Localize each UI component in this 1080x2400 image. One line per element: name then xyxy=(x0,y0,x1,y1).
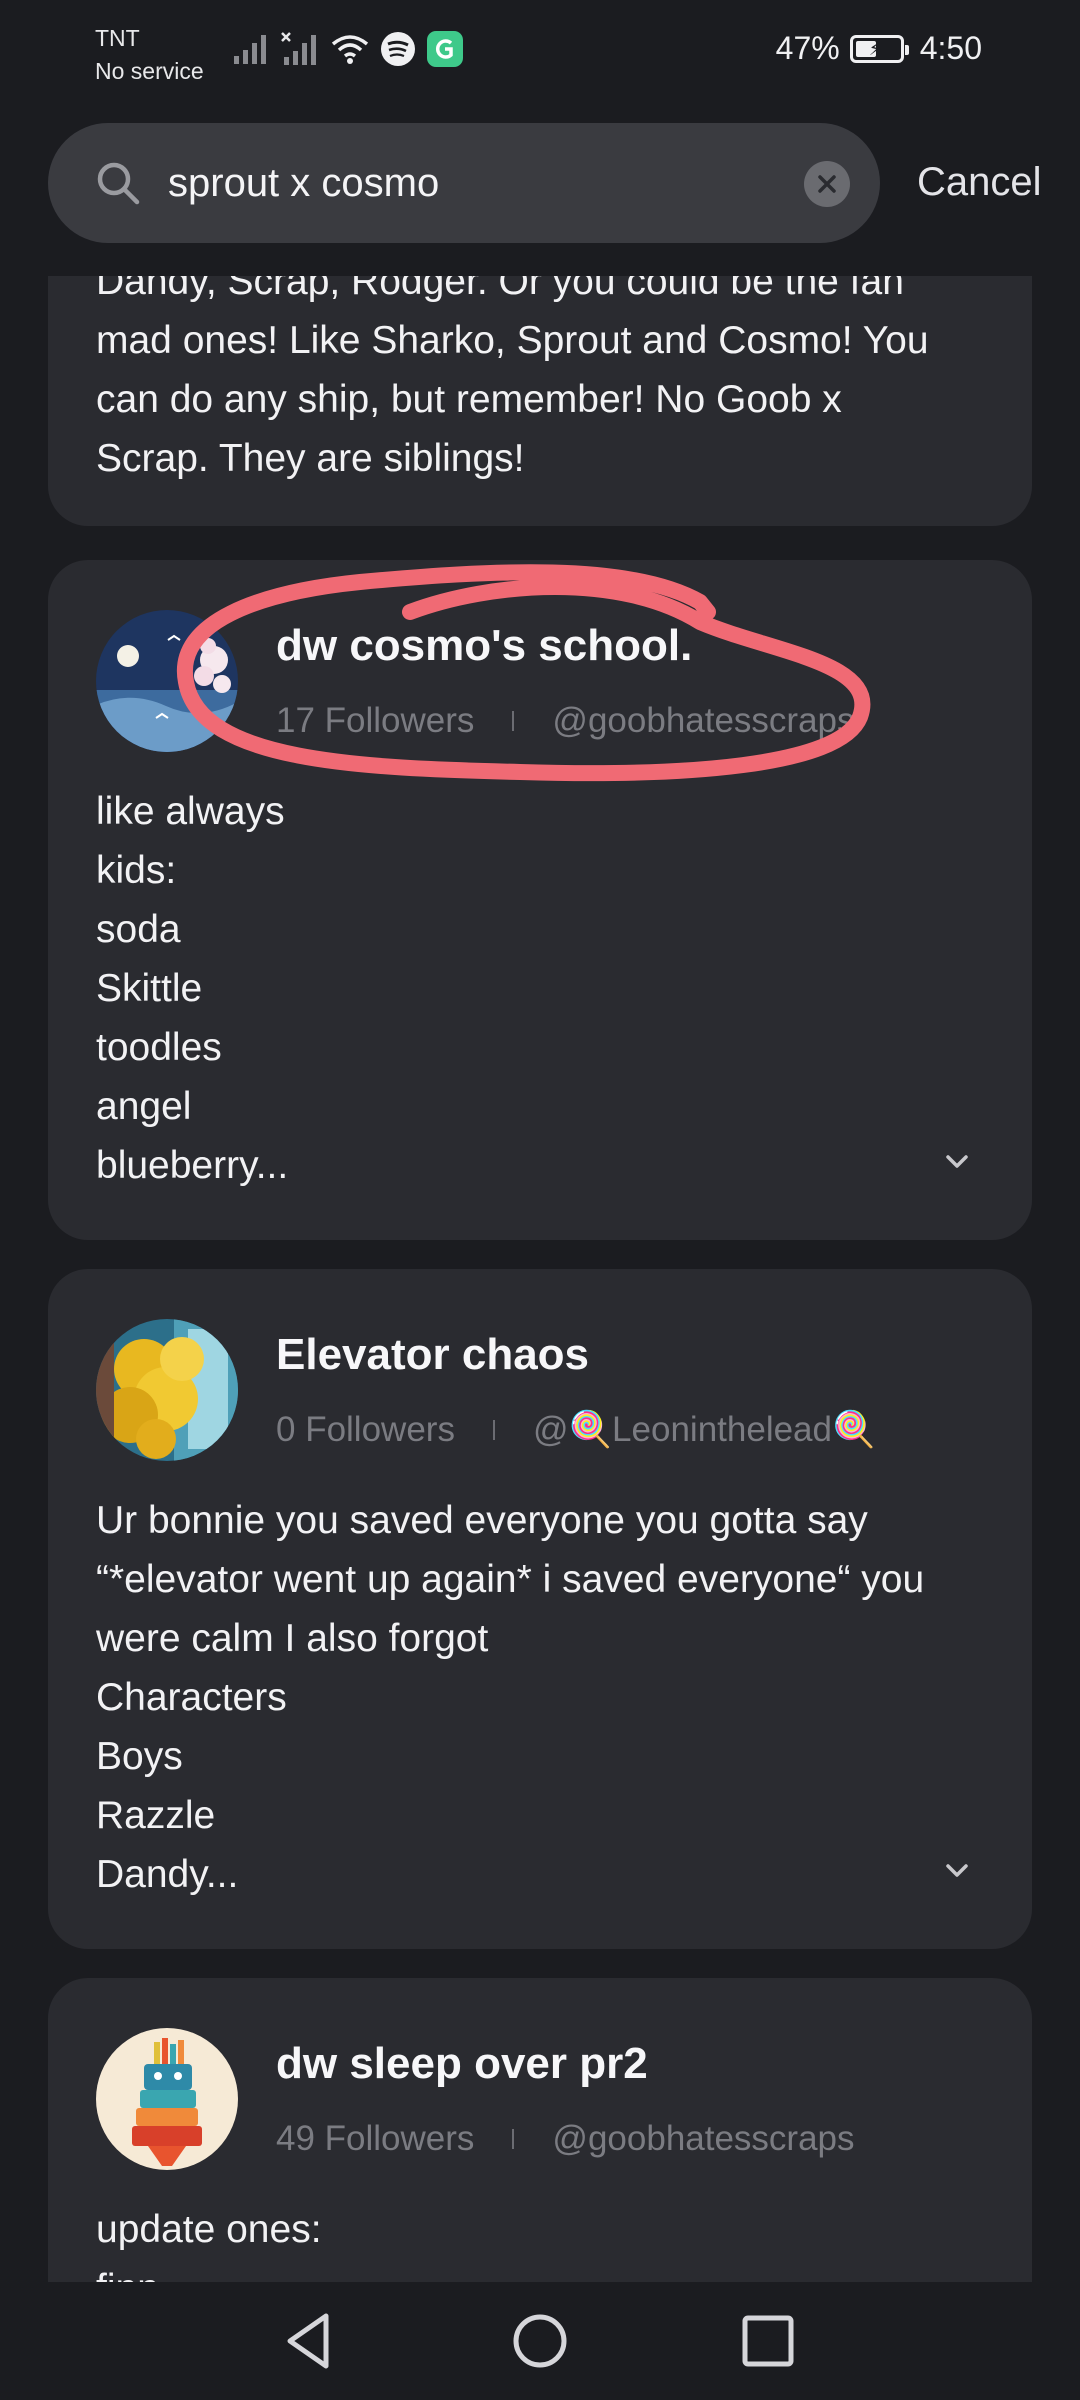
charging-icon: ⚡ xyxy=(868,38,882,59)
spotify-icon xyxy=(381,32,415,66)
battery-percent: 47% xyxy=(775,30,840,66)
chevron-down-icon[interactable] xyxy=(942,1146,972,1176)
search-bar[interactable] xyxy=(48,123,880,243)
search-icon xyxy=(97,162,140,205)
signal-bars-icon xyxy=(234,35,266,64)
clock: 4:50 xyxy=(919,30,982,66)
carrier-name: TNT xyxy=(95,25,140,51)
clear-search-button[interactable] xyxy=(804,161,850,207)
recents-icon[interactable] xyxy=(735,2308,801,2374)
post-excerpt: update ones: finn xyxy=(96,2208,322,2282)
carrier-info: TNT No service xyxy=(95,22,204,88)
group-title[interactable]: Elevator chaos xyxy=(276,1325,589,1385)
divider xyxy=(512,711,515,731)
avatar[interactable] xyxy=(96,2028,238,2170)
battery-icon: ⚡ xyxy=(849,34,909,63)
result-card[interactable]: Dandy, Scrap, Rodger. Or you could be th… xyxy=(48,276,1032,526)
system-navigation-bar xyxy=(0,2282,1080,2400)
follower-count: 49 Followers xyxy=(276,2119,475,2158)
follower-count: 17 Followers xyxy=(276,701,475,740)
no-signal-icon xyxy=(281,32,316,65)
group-meta: 49 Followers @goobhatesscraps xyxy=(276,2114,855,2164)
book-stack-avatar-image xyxy=(96,2028,238,2170)
group-title[interactable]: dw sleep over pr2 xyxy=(276,2034,648,2094)
result-card[interactable]: dw sleep over pr2 49 Followers @goobhate… xyxy=(48,1978,1032,2282)
tree-avatar-image xyxy=(96,1319,238,1461)
service-status: No service xyxy=(95,58,204,84)
back-icon[interactable] xyxy=(276,2308,342,2374)
group-title[interactable]: dw cosmo's school. xyxy=(276,616,692,676)
result-card[interactable]: Elevator chaos 0 Followers @🍭Leoninthele… xyxy=(48,1269,1032,1949)
author-handle[interactable]: @🍭Leoninthelead🍭 xyxy=(533,1405,876,1455)
cancel-button[interactable]: Cancel xyxy=(917,152,1042,212)
close-icon xyxy=(818,175,836,193)
search-results-list[interactable]: Dandy, Scrap, Rodger. Or you could be th… xyxy=(0,276,1080,2282)
author-handle[interactable]: @goobhatesscraps xyxy=(552,2114,854,2164)
author-handle[interactable]: @goobhatesscraps xyxy=(552,696,854,746)
avatar[interactable] xyxy=(96,1319,238,1461)
post-excerpt: Dandy, Scrap, Rodger. Or you could be th… xyxy=(96,276,929,480)
divider xyxy=(512,2129,515,2149)
avatar[interactable] xyxy=(96,610,238,752)
home-icon[interactable] xyxy=(507,2308,573,2374)
post-excerpt: Ur bonnie you saved everyone you gotta s… xyxy=(96,1499,925,1896)
app-notification-icon xyxy=(427,31,463,67)
follower-count: 0 Followers xyxy=(276,1410,455,1449)
wifi-icon xyxy=(331,35,369,64)
night-sky-avatar-image xyxy=(96,610,238,752)
result-card[interactable]: dw cosmo's school. 17 Followers @goobhat… xyxy=(48,560,1032,1240)
group-meta: 17 Followers @goobhatesscraps xyxy=(276,696,855,746)
chevron-down-icon[interactable] xyxy=(942,1855,972,1885)
group-meta: 0 Followers @🍭Leoninthelead🍭 xyxy=(276,1405,876,1455)
divider xyxy=(492,1420,495,1440)
post-excerpt: like always kids: soda Skittle toodles a… xyxy=(96,790,289,1187)
status-bar: TNT No service 47% ⚡ 4:50 xyxy=(0,0,1080,110)
search-input[interactable] xyxy=(168,123,808,243)
